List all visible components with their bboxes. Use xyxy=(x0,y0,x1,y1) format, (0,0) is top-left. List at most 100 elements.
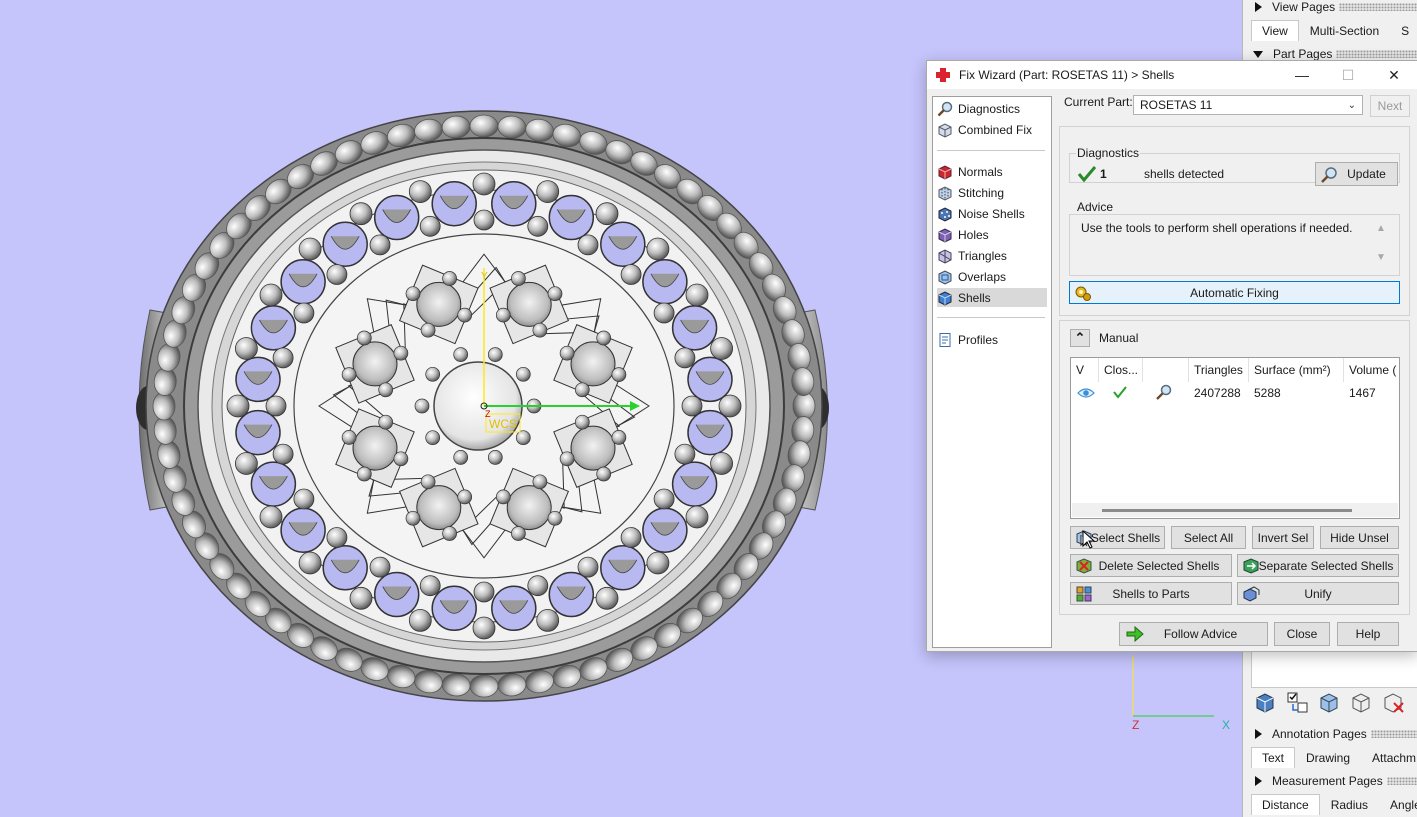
shells-cube-icon[interactable] xyxy=(1251,688,1279,716)
tab-text[interactable]: Text xyxy=(1251,747,1296,768)
col-triangles[interactable]: Triangles xyxy=(1189,358,1249,382)
invert-sel-button[interactable]: Invert Sel xyxy=(1252,526,1314,549)
shells-to-parts-label: Shells to Parts xyxy=(1112,586,1190,601)
minimize-button[interactable]: — xyxy=(1279,61,1325,89)
gallery-bead xyxy=(718,394,742,418)
next-button[interactable]: Next xyxy=(1370,95,1410,117)
gallery-bead xyxy=(646,237,670,261)
scroll-down-arrow[interactable]: ▼ xyxy=(1376,252,1386,263)
follow-advice-label: Follow Advice xyxy=(1163,627,1238,641)
setting-stone xyxy=(506,485,552,531)
setting-prong xyxy=(559,345,575,361)
center-bead xyxy=(515,430,531,446)
gallery-bead xyxy=(577,234,599,256)
separate-selected-shells-button[interactable]: Separate Selected Shells xyxy=(1237,554,1399,577)
close-window-button[interactable]: ✕ xyxy=(1371,61,1417,89)
delete-selected-shells-button[interactable]: Delete Selected Shells xyxy=(1070,554,1232,577)
cell-triangles: 2407288 xyxy=(1194,386,1241,400)
nav-noise-shells[interactable]: Noise Shells xyxy=(937,204,1047,223)
tab-distance[interactable]: Distance xyxy=(1251,794,1320,815)
eye-icon[interactable] xyxy=(1077,386,1095,400)
col-volume[interactable]: Volume ( xyxy=(1344,358,1400,382)
scrollbar-thumb[interactable] xyxy=(1102,509,1352,512)
tab-attachm[interactable]: Attachm xyxy=(1361,747,1417,769)
magnifier-icon xyxy=(937,101,953,116)
tab-s[interactable]: S xyxy=(1390,20,1417,42)
select-all-button[interactable]: Select All xyxy=(1171,526,1246,549)
gallery-bead xyxy=(653,488,675,510)
tab-drawing[interactable]: Drawing xyxy=(1295,747,1361,769)
rope-bead xyxy=(469,674,499,698)
col-icon[interactable] xyxy=(1143,358,1189,382)
holes-icon xyxy=(938,227,952,243)
setting-stone xyxy=(416,281,462,327)
annotation-pages-header[interactable]: Annotation Pages xyxy=(1243,724,1417,744)
setting-prong xyxy=(405,510,421,526)
gallery-bead xyxy=(298,551,322,575)
follow-advice-button[interactable]: Follow Advice xyxy=(1119,622,1268,646)
maximize-button[interactable]: ☐ xyxy=(1325,61,1371,89)
setting-prong xyxy=(559,451,575,467)
nav-holes[interactable]: Holes xyxy=(937,225,1047,244)
nav-normals[interactable]: Normals xyxy=(937,162,1047,181)
shell-table[interactable]: V Clos... Triangles Surface (mm²) Volume… xyxy=(1070,357,1400,519)
setting-prong xyxy=(341,367,357,382)
dialog-titlebar[interactable]: Fix Wizard (Part: ROSETAS 11) > Shells —… xyxy=(927,61,1417,89)
measurement-pages-header[interactable]: Measurement Pages xyxy=(1243,771,1417,791)
nav-combined-fix[interactable]: Combined Fix xyxy=(937,120,1047,139)
tab-angle[interactable]: Angle xyxy=(1379,794,1417,816)
normals-icon xyxy=(938,164,952,180)
help-button[interactable]: Help xyxy=(1337,622,1399,646)
col-closed[interactable]: Clos... xyxy=(1099,358,1143,382)
gallery-bead xyxy=(674,347,696,369)
gallery-bead xyxy=(259,283,283,307)
wireframe-cube-icon[interactable] xyxy=(1347,688,1375,716)
shells-to-parts-button[interactable]: Shells to Parts xyxy=(1070,582,1232,605)
update-button[interactable]: Update xyxy=(1315,162,1398,186)
manual-collapse-button[interactable]: ⌃ xyxy=(1070,329,1090,347)
unify-button[interactable]: Unify xyxy=(1237,582,1399,605)
setting-prong xyxy=(547,286,563,302)
col-visible[interactable]: V xyxy=(1071,358,1099,382)
tab-view[interactable]: View xyxy=(1251,20,1299,41)
gallery-bead xyxy=(259,505,283,529)
tab-radius[interactable]: Radius xyxy=(1320,794,1379,816)
scroll-up-arrow[interactable]: ▲ xyxy=(1376,223,1386,234)
select-toggle-icon[interactable] xyxy=(1283,688,1311,716)
nav-label: Profiles xyxy=(958,332,999,347)
unify-icon xyxy=(1243,586,1260,602)
delete-cube-icon[interactable] xyxy=(1379,688,1407,716)
tab-multi-section[interactable]: Multi-Section xyxy=(1299,20,1390,42)
grip-dots xyxy=(1370,730,1417,738)
cube-view-icon[interactable] xyxy=(1315,688,1343,716)
grip-dots xyxy=(1386,777,1417,785)
nav-profiles[interactable]: Profiles xyxy=(937,330,1047,349)
automatic-fixing-button[interactable]: Automatic Fixing xyxy=(1069,281,1400,304)
gallery-bead xyxy=(472,172,496,196)
gallery-bead xyxy=(349,202,373,226)
nav-shells[interactable]: Shells xyxy=(937,288,1047,307)
setting-prong xyxy=(442,271,457,286)
center-bead xyxy=(453,347,469,362)
nav-triangles[interactable]: Triangles xyxy=(937,246,1047,265)
rope-bead xyxy=(469,114,499,138)
current-part-select[interactable]: ROSETAS 11 ⌄ xyxy=(1133,95,1363,115)
nav-stitching[interactable]: Stitching xyxy=(937,183,1047,202)
close-button[interactable]: Close xyxy=(1274,622,1330,646)
nav-diagnostics[interactable]: Diagnostics xyxy=(937,99,1047,118)
gallery-bead xyxy=(674,443,696,465)
delete-shells-icon xyxy=(1076,558,1092,574)
gallery-bead xyxy=(685,505,709,529)
nav-label: Holes xyxy=(958,227,989,242)
inspect-magnifier-icon[interactable] xyxy=(1155,383,1173,401)
view-pages-header[interactable]: View Pages xyxy=(1243,0,1417,17)
setting-prong xyxy=(341,430,357,445)
nav-label: Triangles xyxy=(958,248,1007,263)
nav-overlaps[interactable]: Overlaps xyxy=(937,267,1047,286)
annotation-pages-label: Annotation Pages xyxy=(1272,727,1367,741)
setting-stone xyxy=(570,425,616,471)
col-surface[interactable]: Surface (mm²) xyxy=(1249,358,1344,382)
hide-unsel-button[interactable]: Hide Unsel xyxy=(1320,526,1399,549)
horizontal-scrollbar[interactable] xyxy=(1072,503,1398,517)
nav-divider xyxy=(937,150,1045,151)
